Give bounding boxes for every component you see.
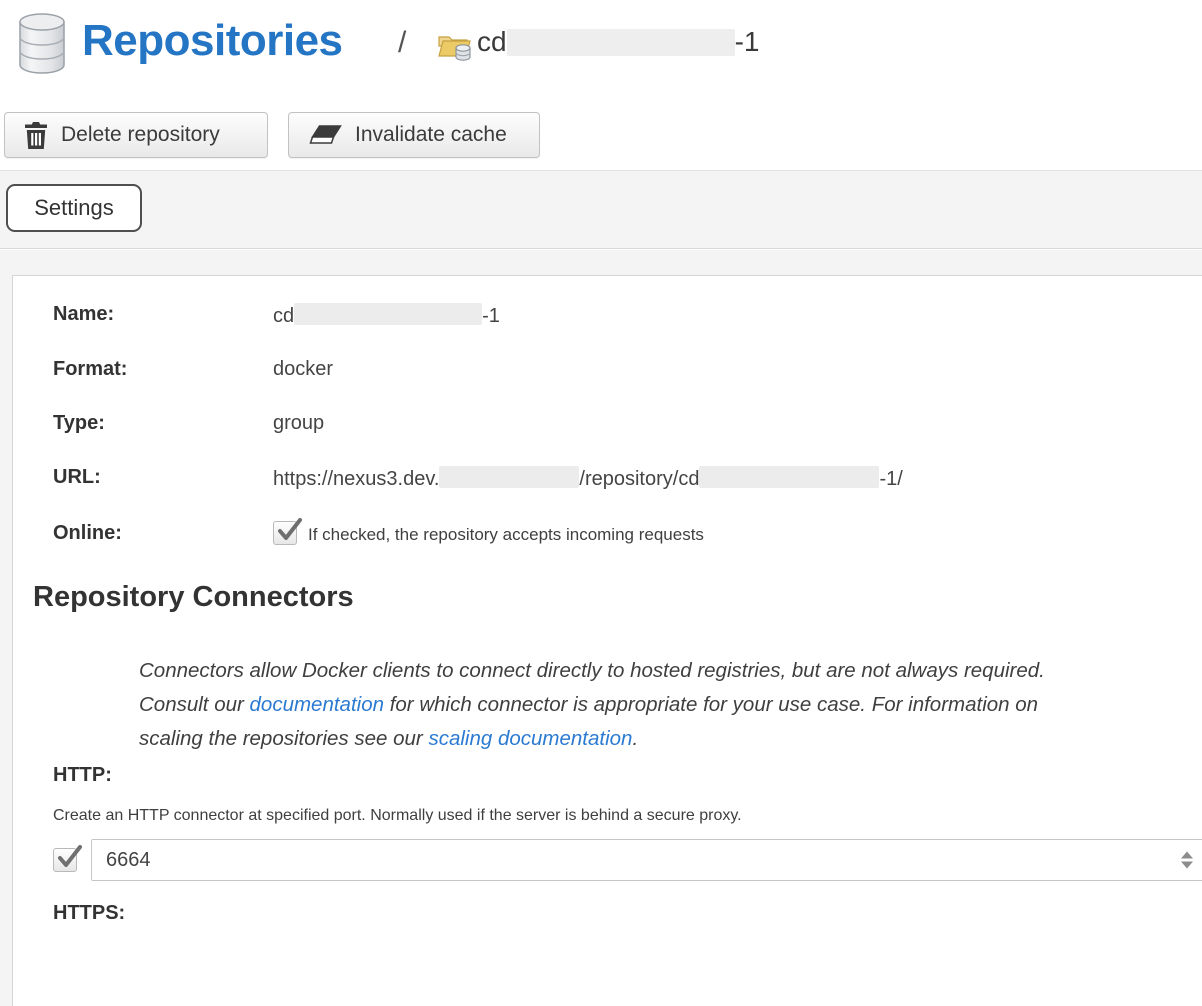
http-port-field-wrap <box>91 839 1202 881</box>
stepper-down-icon[interactable] <box>1181 862 1193 869</box>
online-label: Online: <box>53 522 273 545</box>
url-label: URL: <box>53 466 273 489</box>
form-row-type: Type: group <box>53 412 1202 436</box>
content-area: Name: cd-1 Format: docker Type: group UR… <box>0 250 1202 1006</box>
repository-settings-screen: Repositories / cd-1 Delete repository <box>0 0 1202 1006</box>
check-icon <box>276 516 304 544</box>
database-icon <box>16 13 68 75</box>
redacted-text <box>699 466 879 488</box>
type-label: Type: <box>53 412 273 435</box>
stepper-up-icon[interactable] <box>1181 852 1193 859</box>
http-connector-label: HTTP: <box>53 764 1202 787</box>
documentation-link[interactable]: documentation <box>250 693 384 716</box>
delete-repository-button[interactable]: Delete repository <box>4 112 268 158</box>
tab-strip: Settings <box>0 170 1202 249</box>
settings-panel: Name: cd-1 Format: docker Type: group UR… <box>12 275 1202 1006</box>
http-port-row <box>53 839 1202 881</box>
redacted-text <box>294 303 482 325</box>
form-row-online: Online: If checked, the repository accep… <box>53 521 1202 545</box>
tab-settings[interactable]: Settings <box>6 184 142 232</box>
type-value: group <box>273 412 324 435</box>
http-enabled-checkbox[interactable] <box>53 848 77 872</box>
format-value: docker <box>273 358 333 381</box>
http-connector-help: Create an HTTP connector at specified po… <box>53 807 1202 825</box>
online-help-text: If checked, the repository accepts incom… <box>308 522 704 545</box>
tab-settings-label: Settings <box>34 195 114 221</box>
repository-folder-icon <box>437 30 473 64</box>
scaling-documentation-link[interactable]: scaling documentation <box>428 727 632 750</box>
url-value: https://nexus3.dev./repository/cd-1/ <box>273 466 903 491</box>
repository-summary-form: Name: cd-1 Format: docker Type: group UR… <box>13 276 1202 545</box>
breadcrumb-separator: / <box>398 26 406 60</box>
eraser-icon <box>308 125 342 145</box>
invalidate-cache-label: Invalidate cache <box>355 123 507 147</box>
number-stepper[interactable] <box>1181 852 1193 869</box>
form-row-name: Name: cd-1 <box>53 303 1202 328</box>
repository-connectors-heading: Repository Connectors <box>33 581 1202 614</box>
check-icon <box>56 843 84 871</box>
name-label: Name: <box>53 303 273 326</box>
name-value: cd-1 <box>273 303 500 328</box>
trash-icon <box>24 122 48 149</box>
connectors-intro-text: Connectors allow Docker clients to conne… <box>139 654 1091 756</box>
redacted-text <box>439 466 579 488</box>
online-checkbox[interactable] <box>273 521 297 545</box>
breadcrumb-repositories-link[interactable]: Repositories <box>82 16 343 66</box>
http-port-input[interactable] <box>91 839 1202 881</box>
form-row-format: Format: docker <box>53 358 1202 382</box>
breadcrumb-repo-name: cd-1 <box>477 26 759 58</box>
invalidate-cache-button[interactable]: Invalidate cache <box>288 112 540 158</box>
format-label: Format: <box>53 358 273 381</box>
https-connector-label: HTTPS: <box>53 902 1202 925</box>
form-row-url: URL: https://nexus3.dev./repository/cd-1… <box>53 466 1202 491</box>
delete-repository-label: Delete repository <box>61 123 220 147</box>
redacted-text <box>507 29 735 56</box>
